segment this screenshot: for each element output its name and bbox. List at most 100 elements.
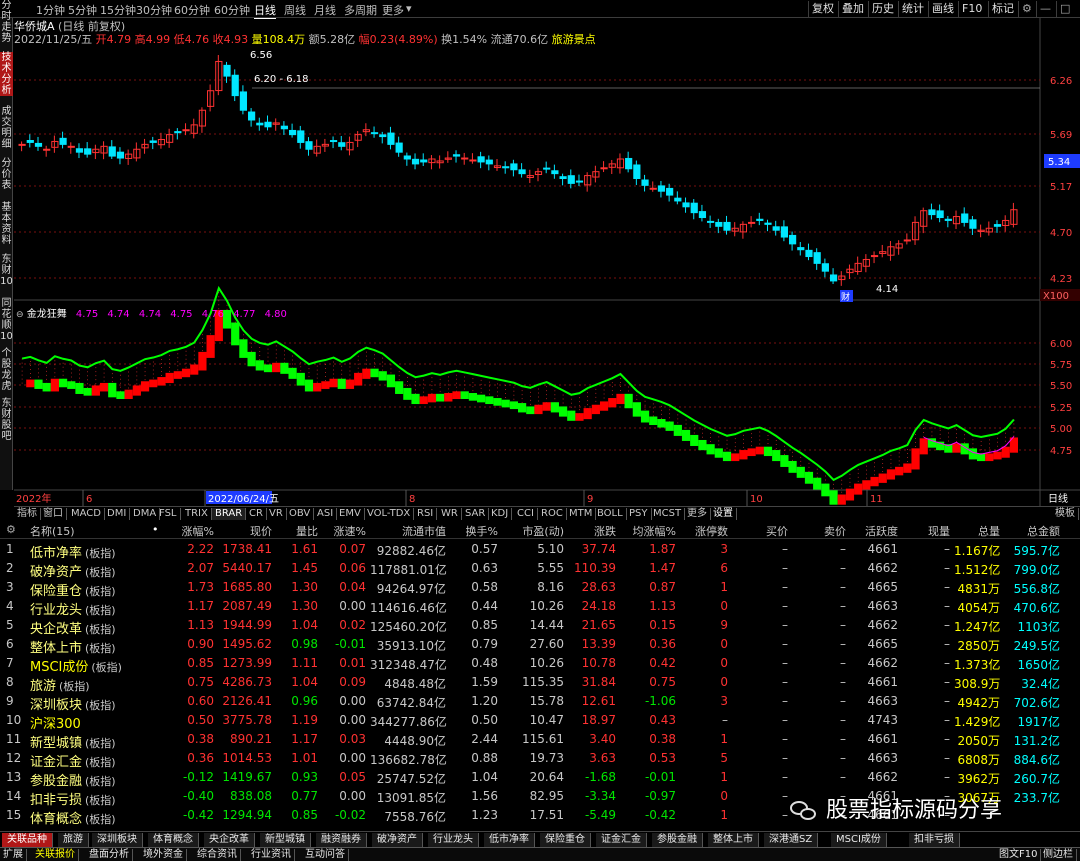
period-30min[interactable]: 30分钟 <box>136 2 172 18</box>
bottom-tab-14[interactable]: 深港通SZ <box>764 833 819 847</box>
indicator-collapse-icon[interactable]: ⊖ <box>16 310 24 320</box>
table-row[interactable]: 12 证金汇金 (板指) 0.36 1014.53 1.01 0.00 136682.78亿 0… <box>0 749 1080 770</box>
minimize-icon[interactable]: — <box>1036 1 1054 17</box>
header-name[interactable]: 名称(15) <box>30 523 150 539</box>
left-tab-ths10[interactable]: 同花顺10 <box>0 298 13 342</box>
indicator-tab-7[interactable]: BRAR <box>212 508 247 520</box>
period-more[interactable]: 更多 <box>382 2 404 18</box>
sector-value[interactable]: 旅游景点 <box>552 33 596 46</box>
maximize-icon[interactable]: □ <box>1056 1 1073 17</box>
status-tab-6[interactable]: 互动问答 <box>302 849 349 861</box>
indicator-tab-21[interactable]: BOLL <box>594 508 627 520</box>
indicator-tab-6[interactable]: TRIX <box>182 508 212 520</box>
period-daily[interactable]: 日线 <box>254 2 276 19</box>
period-weekly[interactable]: 周线 <box>284 2 306 18</box>
bottom-tab-10[interactable]: 保险重仓 <box>540 833 591 847</box>
indicator-tab-10[interactable]: OBV <box>286 508 315 520</box>
header-speed[interactable]: 涨速% <box>322 523 366 539</box>
period-60min-b[interactable]: 60分钟 <box>214 2 250 18</box>
left-tab-fenshi[interactable]: 分时走势 <box>0 0 13 44</box>
tool-history[interactable]: 历史 <box>868 1 897 17</box>
bottom-tab-5[interactable]: 新型城镇 <box>260 833 311 847</box>
indicator-tab-22[interactable]: PSY <box>626 508 652 520</box>
indicator-tab-20[interactable]: MTM <box>566 508 597 520</box>
table-row[interactable]: 5 央企改革 (板指) 1.13 1944.99 1.04 0.02 125460.20亿 0.… <box>0 616 1080 637</box>
table-row[interactable]: 3 保险重仓 (板指) 1.73 1685.80 1.30 0.04 94264.97亿 0.5… <box>0 578 1080 599</box>
header-amt[interactable]: 总金额 <box>1004 523 1060 539</box>
indicator-tab-1[interactable]: 窗口 <box>40 508 67 520</box>
left-tab-basic[interactable]: 基本资料 <box>0 202 13 246</box>
left-tab-tech[interactable]: 技术分析 <box>0 52 13 96</box>
period-more-arrow[interactable]: ▾ <box>406 2 412 15</box>
table-row[interactable]: 6 整体上市 (板指) 0.90 1495.62 0.98 -0.01 35913.10亿 0.… <box>0 635 1080 656</box>
status-tab-4[interactable]: 综合资讯 <box>194 849 241 861</box>
left-tab-price[interactable]: 分价表 <box>0 158 13 192</box>
indicator-tab-24[interactable]: 更多 <box>684 508 711 520</box>
period-multi[interactable]: 多周期 <box>344 2 377 18</box>
header-sell[interactable]: 卖价 <box>790 523 846 539</box>
status-tab-3[interactable]: 境外资金 <box>140 849 187 861</box>
tool-fuquan[interactable]: 复权 <box>808 1 837 17</box>
header-act[interactable]: 活跃度 <box>850 523 898 539</box>
table-row[interactable]: 13 参股金融 (板指) -0.12 1419.67 0.93 0.05 25747.52亿 1… <box>0 768 1080 789</box>
bottom-tab-9[interactable]: 低市净率 <box>484 833 535 847</box>
header-zt[interactable]: 涨停数 <box>680 523 728 539</box>
bottom-tab-11[interactable]: 证金汇金 <box>596 833 647 847</box>
indicator-tab-18[interactable]: CCI <box>514 508 538 520</box>
indicator-tab-2[interactable]: MACD <box>68 508 105 520</box>
header-mv[interactable]: 流通市值 <box>370 523 446 539</box>
header-lb[interactable]: 量比 <box>276 523 318 539</box>
tool-f10[interactable]: F10 <box>958 1 985 17</box>
bottom-tab-7[interactable]: 破净资产 <box>372 833 423 847</box>
indicator-tab-0[interactable]: 指标 <box>14 508 41 520</box>
indicator-tab-17[interactable]: KDJ <box>488 508 513 520</box>
bottom-tab-1[interactable]: 旅游 <box>58 833 89 847</box>
bottom-tab-16[interactable]: 扣非亏损 <box>909 833 960 847</box>
table-row[interactable]: 11 新型城镇 (板指) 0.38 890.21 1.17 0.03 4448.90亿 2.44… <box>0 730 1080 751</box>
table-row[interactable]: 2 破净资产 (板指) 2.07 5440.17 1.45 0.06 117881.01亿 0.… <box>0 559 1080 580</box>
indicator-tab-13[interactable]: VOL-TDX <box>364 508 415 520</box>
header-pe[interactable]: 市盈(动) <box>502 523 564 539</box>
header-buy[interactable]: 买价 <box>732 523 788 539</box>
status-sidebar[interactable]: 侧边栏 <box>1040 849 1077 861</box>
bottom-tab-13[interactable]: 整体上市 <box>708 833 759 847</box>
left-tab-lhb[interactable]: 个股龙虎 <box>0 348 13 392</box>
bottom-tab-15[interactable]: MSCI成份 <box>831 833 887 847</box>
header-now[interactable]: 现量 <box>902 523 950 539</box>
table-row[interactable]: 1 低市净率 (板指) 2.22 1738.41 1.61 0.07 92882.46亿 0.5… <box>0 540 1080 561</box>
table-row[interactable]: 9 深圳板块 (板指) 0.60 2126.41 0.96 0.00 63742.84亿 1.2… <box>0 692 1080 713</box>
bottom-tab-8[interactable]: 行业龙头 <box>428 833 479 847</box>
status-tab-1[interactable]: 关联报价 <box>32 849 79 861</box>
indicator-tab-15[interactable]: WR <box>438 508 462 520</box>
status-tab-0[interactable]: 扩展 <box>0 849 27 861</box>
bottom-tab-6[interactable]: 融资融券 <box>316 833 367 847</box>
tool-draw[interactable]: 画线 <box>928 1 957 17</box>
indicator-tab-5[interactable]: FSL <box>156 508 181 520</box>
bottom-tab-12[interactable]: 参股金融 <box>652 833 703 847</box>
indicator-tab-3[interactable]: DMI <box>104 508 131 520</box>
bottom-tab-4[interactable]: 央企改革 <box>204 833 255 847</box>
table-settings-icon[interactable]: ⚙ <box>6 523 16 536</box>
left-tab-guba[interactable]: 东财股吧 <box>0 398 13 442</box>
header-chg[interactable]: 涨幅% <box>160 523 214 539</box>
status-f10[interactable]: 图文F10 <box>996 849 1042 861</box>
tool-mark[interactable]: 标记 <box>988 1 1017 17</box>
indicator-tab-12[interactable]: EMV <box>336 508 365 520</box>
bottom-tab-0[interactable]: 关联品种 <box>2 833 53 847</box>
header-vol[interactable]: 总量 <box>954 523 1000 539</box>
indicator-tab-8[interactable]: CR <box>246 508 267 520</box>
period-60min[interactable]: 60分钟 <box>174 2 210 18</box>
indicator-tab-23[interactable]: MCST <box>650 508 686 520</box>
left-tab-detail[interactable]: 成交明细 <box>0 106 13 150</box>
header-avg[interactable]: 均涨幅% <box>620 523 676 539</box>
table-row[interactable]: 7 MSCI成份 (板指) 0.85 1273.99 1.11 0.01 312348.47亿… <box>0 654 1080 675</box>
table-row[interactable]: 10 沪深300 0.50 3775.78 1.19 0.00 344277.86亿 0.50… <box>0 711 1080 732</box>
bottom-tab-2[interactable]: 深圳板块 <box>92 833 143 847</box>
header-turn[interactable]: 换手% <box>450 523 498 539</box>
table-row[interactable]: 8 旅游 (板指) 0.75 4286.73 1.04 0.09 4848.48亿 1.59 11… <box>0 673 1080 694</box>
period-5min[interactable]: 5分钟 <box>68 2 97 18</box>
template-tab[interactable]: 模板 <box>1052 508 1079 520</box>
indicator-tab-9[interactable]: VR <box>266 508 287 520</box>
tool-stats[interactable]: 统计 <box>898 1 927 17</box>
tool-overlay[interactable]: 叠加 <box>838 1 867 17</box>
